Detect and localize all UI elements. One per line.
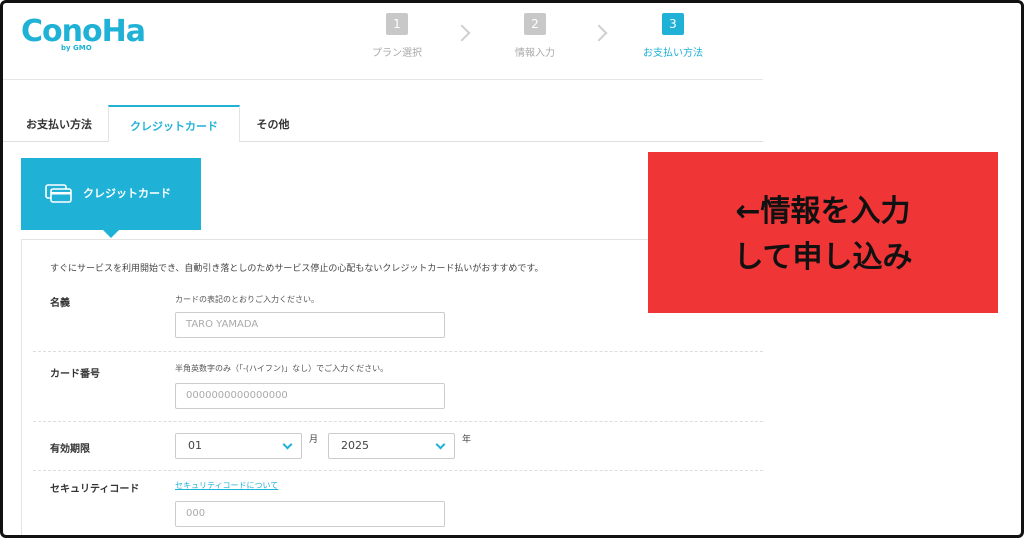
intro-text: すぐにサービスを利用開始でき、自動引き落としのためサービス停止の心配もないクレジ…	[50, 264, 544, 274]
card-number-hint: 半角英数字のみ（「-(ハイフン)」なし）でご入力ください。	[175, 364, 389, 373]
payment-method-label: お支払い方法	[26, 118, 92, 131]
logo-sub-text: by GMO	[61, 44, 92, 52]
security-code-input[interactable]: 000	[175, 501, 445, 527]
payment-tabs: お支払い方法 クレジットカード その他	[3, 105, 763, 142]
chevron-right-icon	[453, 24, 471, 42]
header-pointer	[103, 230, 119, 238]
expiry-month-select[interactable]: 01	[175, 433, 302, 459]
credit-card-icon	[45, 184, 72, 203]
card-number-input[interactable]: 0000000000000000	[175, 383, 445, 409]
expiry-label: 有効期限	[50, 444, 90, 455]
credit-card-header[interactable]: クレジットカード	[21, 158, 201, 230]
credit-card-header-label: クレジットカード	[83, 187, 171, 200]
month-unit: 月	[309, 435, 319, 445]
instruction-callout: ←情報を入力 して申し込み	[648, 152, 998, 313]
row-divider	[33, 470, 763, 471]
card-number-label: カード番号	[50, 369, 100, 380]
step-number: 2	[524, 13, 546, 35]
name-label: 名義	[50, 298, 70, 309]
name-input[interactable]: TARO YAMADA	[175, 312, 445, 338]
conoha-logo[interactable]: ConoHa by GMO	[21, 14, 146, 53]
chevron-right-icon	[590, 24, 608, 42]
step-plan-select: 1 プラン選択	[342, 13, 452, 59]
step-number: 3	[662, 13, 684, 35]
row-divider	[33, 421, 763, 422]
logo-text: ConoHa	[21, 14, 146, 49]
security-code-label: セキュリティコード	[50, 484, 140, 495]
year-unit: 年	[462, 435, 472, 445]
name-hint: カードの表記のとおりご入力ください。	[175, 295, 319, 304]
expiry-year-select[interactable]: 2025	[328, 433, 455, 459]
step-info-input: 2 情報入力	[480, 13, 590, 59]
row-divider	[33, 351, 763, 352]
step-label: お支払い方法	[643, 48, 703, 59]
step-number: 1	[386, 13, 408, 35]
callout-line-2: して申し込み	[733, 240, 913, 275]
step-label: 情報入力	[515, 48, 555, 59]
tab-credit-card[interactable]: クレジットカード	[108, 105, 240, 142]
expiry-month-value: 01	[188, 439, 202, 452]
expiry-year-value: 2025	[341, 439, 369, 452]
header-divider	[3, 79, 763, 80]
step-label: プラン選択	[372, 48, 422, 59]
chevron-down-icon	[282, 439, 293, 450]
callout-line-1: ←情報を入力	[735, 194, 911, 229]
security-code-help-link[interactable]: セキュリティコードについて	[175, 480, 278, 491]
tab-other[interactable]: その他	[243, 105, 303, 141]
step-payment-method: 3 お支払い方法	[618, 13, 728, 59]
chevron-down-icon	[435, 439, 446, 450]
